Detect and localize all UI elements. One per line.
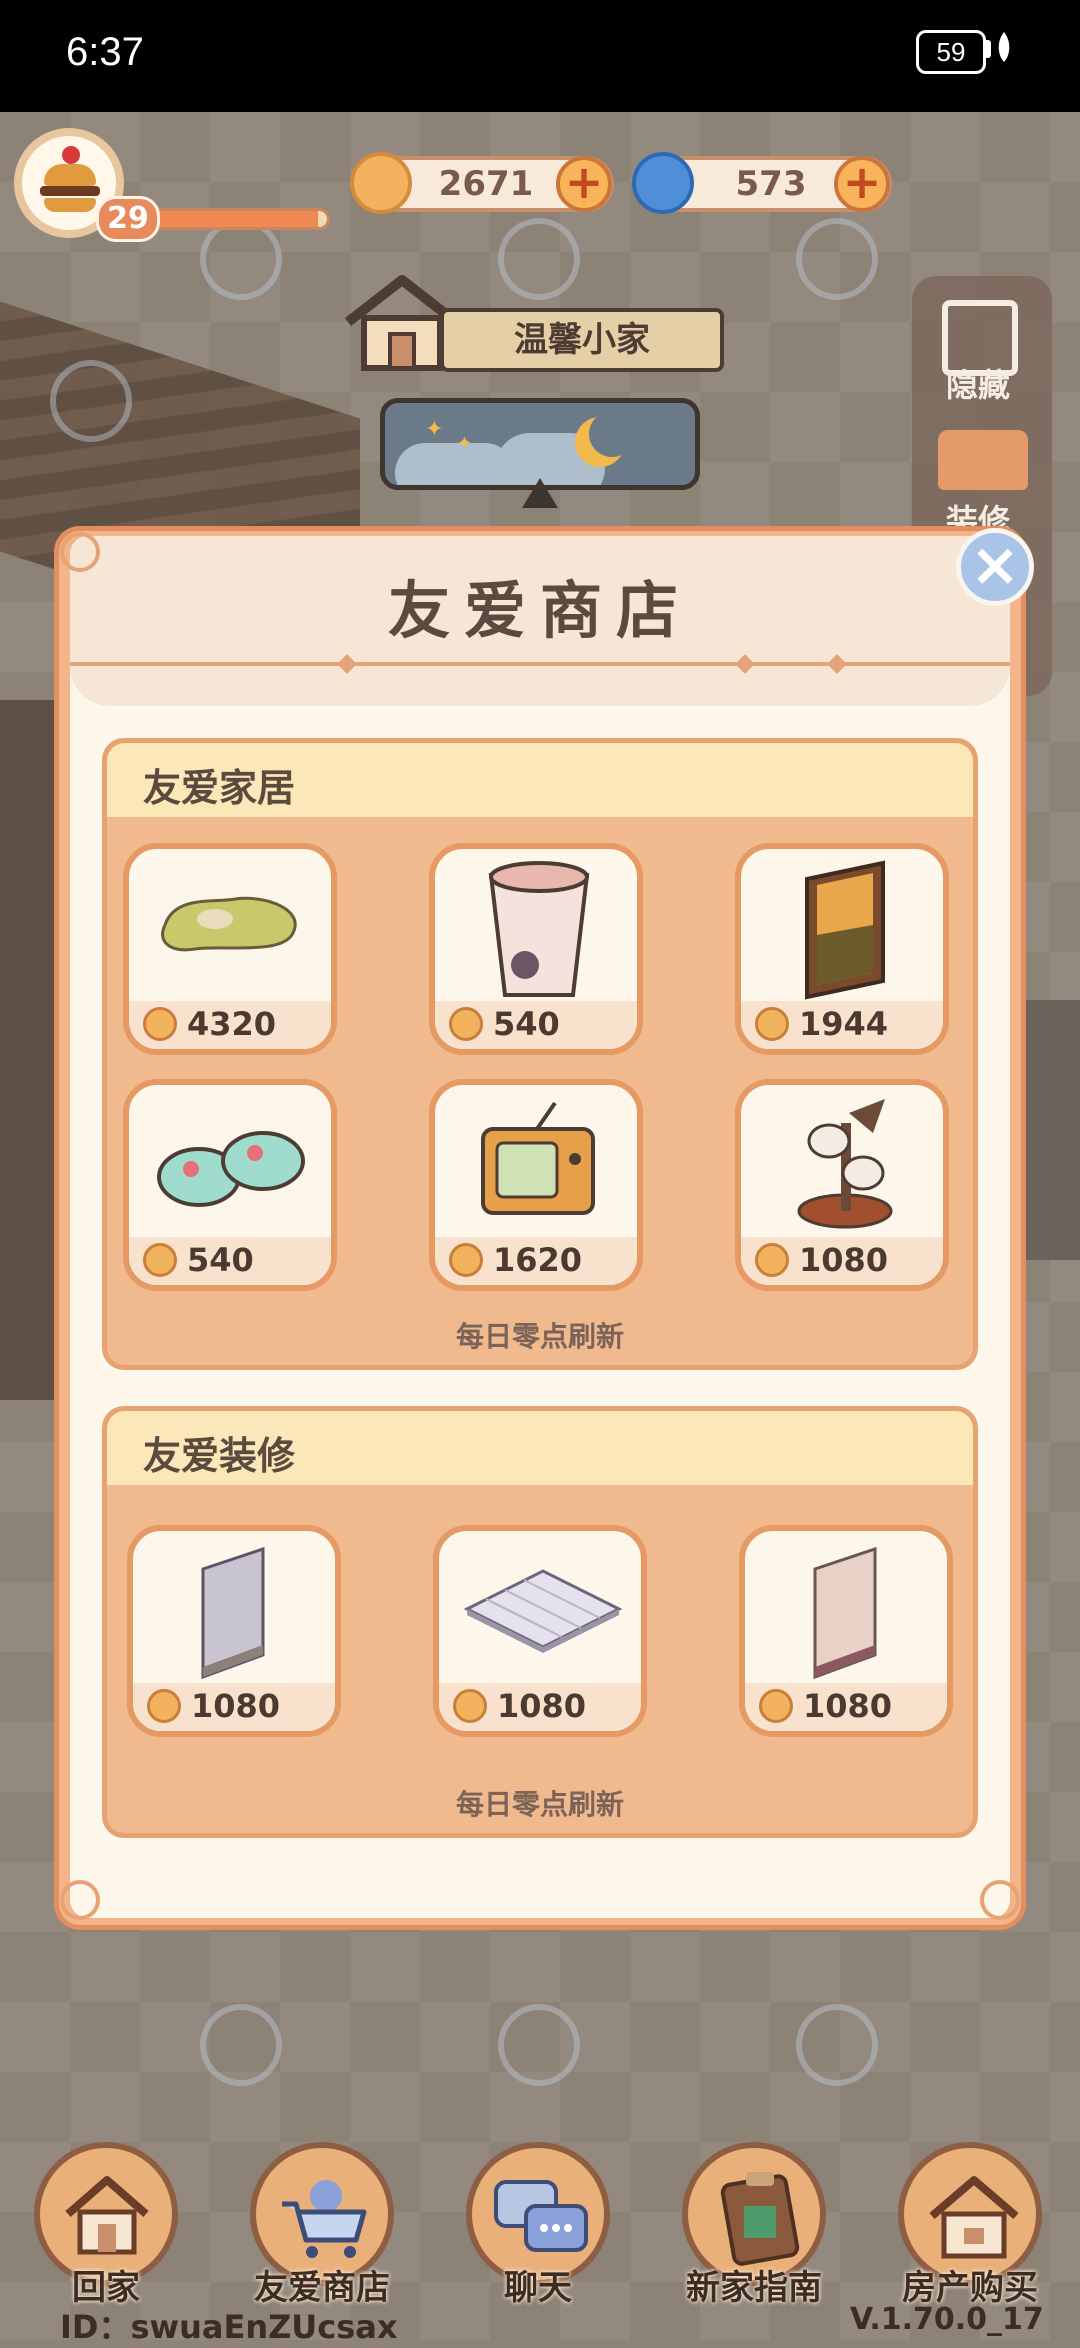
sun-pattern-icon — [796, 218, 878, 300]
shop-item-card[interactable]: 1080 — [739, 1525, 953, 1737]
coin-amount: 2671 — [438, 164, 534, 204]
item-price: 540 — [187, 1241, 254, 1279]
shop-item-card[interactable]: 540 — [429, 843, 643, 1055]
cup-icon — [488, 861, 590, 997]
coin-icon — [143, 1243, 177, 1277]
sun-pattern-icon — [796, 2004, 878, 2086]
tv-icon — [481, 1101, 595, 1215]
nav-chat-label[interactable]: 聊天 — [438, 2260, 638, 2309]
section-title: 友爱装修 — [143, 1434, 296, 1478]
coin-icon — [755, 1007, 789, 1041]
add-gems-button[interactable]: + — [834, 156, 890, 212]
section-title: 友爱家居 — [143, 766, 296, 810]
cat-tree-icon — [797, 1099, 893, 1229]
wall-right — [1020, 1000, 1080, 1260]
slippers-icon — [157, 1131, 305, 1207]
burger-patty — [40, 186, 100, 196]
item-price: 1080 — [497, 1687, 587, 1725]
item-price: 540 — [493, 1005, 560, 1043]
corner-ornament — [60, 1880, 100, 1920]
house-purchase-icon — [929, 2176, 1019, 2259]
shop-item-card[interactable]: 1620 — [429, 1079, 643, 1291]
shop-item-card[interactable]: 1944 — [735, 843, 949, 1055]
hide-ui-label[interactable]: 隐藏 — [946, 360, 1010, 406]
shop-item-card[interactable]: 1080 — [433, 1525, 647, 1737]
rug-icon — [161, 896, 297, 952]
item-price: 1080 — [191, 1687, 281, 1725]
shop-title: 友爱商店 — [387, 574, 692, 647]
shopping-cart-icon — [282, 2180, 367, 2258]
coin-icon — [755, 1243, 789, 1277]
item-price: 1944 — [799, 1005, 889, 1043]
pointer-arrow-icon — [522, 478, 558, 508]
moon-shadow — [589, 411, 635, 457]
leaf-icon — [998, 32, 1010, 62]
house-icon — [65, 2176, 149, 2255]
status-time: 6:37 — [66, 30, 144, 74]
gem-amount: 573 — [735, 164, 807, 204]
shop-item-card[interactable]: 1080 — [735, 1079, 949, 1291]
level-badge: 29 — [96, 196, 160, 242]
player-id: ID：swuaEnZUcsax — [60, 2308, 398, 2346]
shop-item-card[interactable]: 1080 — [127, 1525, 341, 1737]
window-icon — [805, 860, 885, 1000]
star-icon: ✦ — [425, 417, 444, 442]
home-name-label[interactable]: 温馨小家 — [440, 308, 724, 372]
burger-icon — [44, 164, 96, 186]
sun-pattern-icon — [200, 2004, 282, 2086]
clipboard-icon — [720, 2172, 800, 2266]
item-price: 4320 — [187, 1005, 277, 1043]
sun-pattern-icon — [498, 218, 580, 300]
close-button[interactable]: × — [956, 528, 1034, 606]
corner-ornament — [980, 1880, 1020, 1920]
wall-left — [0, 700, 60, 1400]
floor-tile-icon — [463, 1569, 623, 1653]
wallpaper-gray-icon — [201, 1546, 265, 1680]
decorate-icon[interactable] — [938, 430, 1028, 490]
shop-item-card[interactable]: 4320 — [123, 843, 337, 1055]
coin-icon — [449, 1243, 483, 1277]
coin-icon — [453, 1689, 487, 1723]
add-coins-button[interactable]: + — [556, 156, 612, 212]
coin-icon — [449, 1007, 483, 1041]
refresh-note: 每日零点刷新 — [455, 1320, 624, 1353]
coin-icon — [143, 1007, 177, 1041]
day-night-toggle[interactable]: ✦ ✦ — [380, 398, 700, 490]
sun-pattern-icon — [200, 218, 282, 300]
xp-progress-bar — [146, 208, 330, 230]
nav-guide-label[interactable]: 新家指南 — [654, 2260, 854, 2309]
item-price: 1620 — [493, 1241, 583, 1279]
item-price: 1080 — [799, 1241, 889, 1279]
coin-icon — [759, 1689, 793, 1723]
item-price: 1080 — [803, 1687, 893, 1725]
burger-bun — [44, 198, 96, 212]
sun-pattern-icon — [50, 360, 132, 442]
shop-item-card[interactable]: 540 — [123, 1079, 337, 1291]
wallpaper-pink-icon — [813, 1546, 877, 1680]
cherry-icon — [62, 146, 80, 164]
decor-section: 友爱装修 1080 1080 1080 每日零点刷新 — [102, 1406, 978, 1838]
sun-pattern-icon — [498, 2004, 580, 2086]
coin-icon — [350, 152, 412, 214]
battery-tip — [986, 40, 991, 58]
header-divider — [70, 662, 1010, 666]
battery-indicator: 59 — [916, 30, 986, 74]
coin-icon — [147, 1689, 181, 1723]
chat-bubbles-icon — [494, 2180, 588, 2252]
corner-ornament — [60, 532, 100, 572]
spiral-gem-icon — [632, 152, 694, 214]
star-icon: ✦ — [457, 433, 473, 454]
xp-progress-fill — [149, 211, 319, 227]
refresh-note: 每日零点刷新 — [455, 1788, 624, 1821]
furniture-section: 友爱家居 4320 540 1944 540 1620 1080 每日零点刷新 — [102, 738, 978, 1370]
app-version: V.1.70.0_17 — [850, 2302, 1044, 2337]
